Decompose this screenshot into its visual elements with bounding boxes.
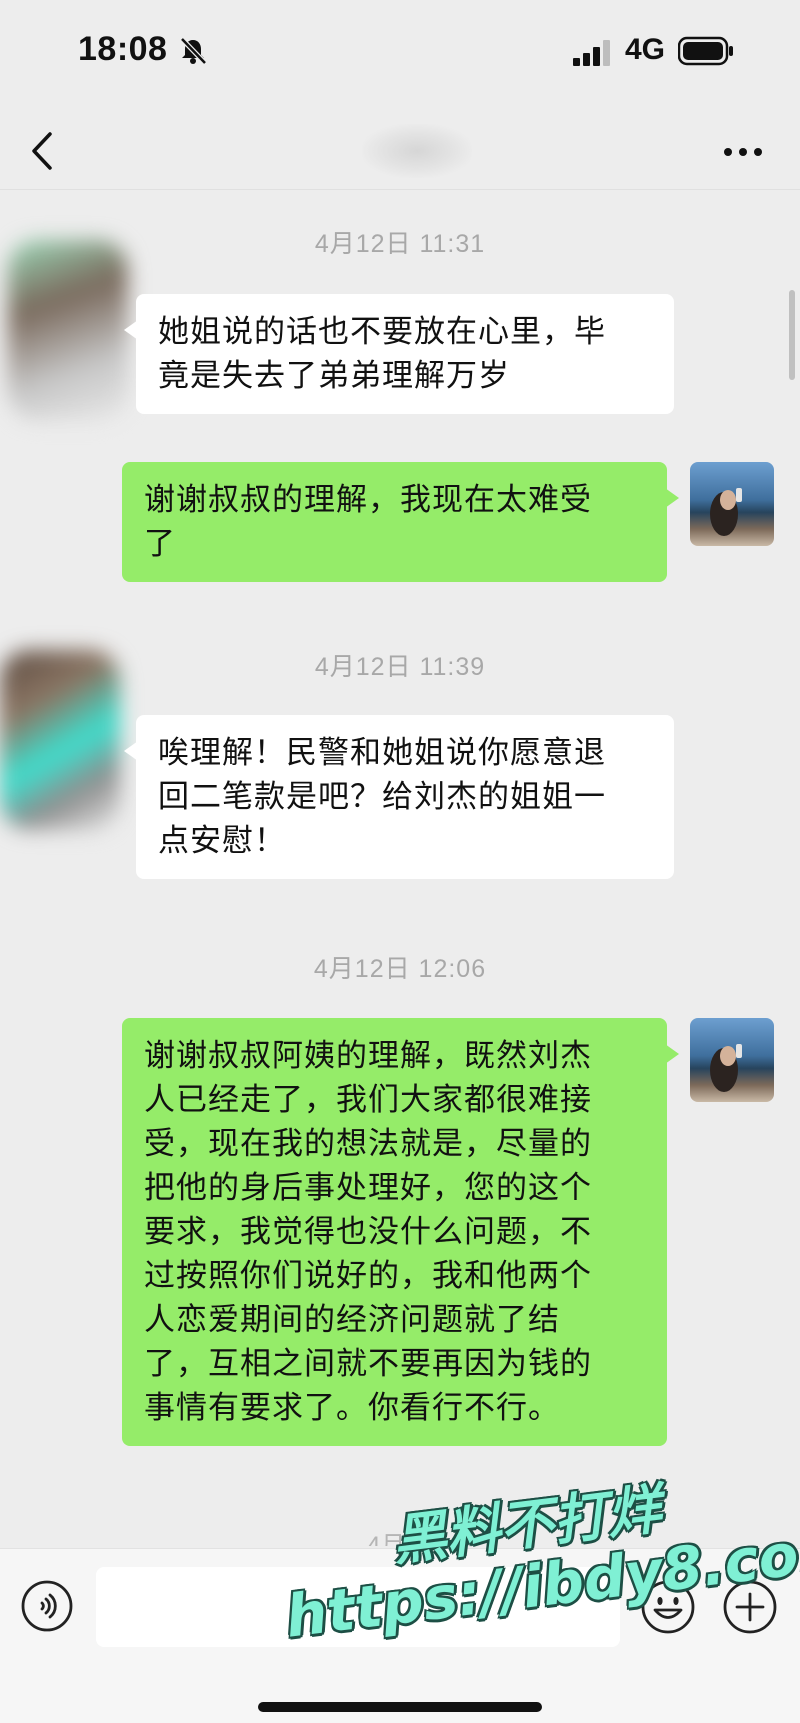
- person-photo-icon: [710, 1044, 742, 1092]
- message-line: 人已经走了，我们大家都很难接: [144, 1082, 592, 1118]
- battery-icon: [678, 36, 733, 66]
- message-bubble-incoming[interactable]: 唉理解！民警和她姐说你愿意退 回二笔款是吧？给刘杰的姐姐一 点安慰！: [124, 715, 674, 879]
- message-line: 唉理解！民警和她姐说你愿意退: [158, 735, 606, 771]
- chevron-left-icon[interactable]: [22, 126, 66, 176]
- message-line: 事情有要求了。你看行不行。: [144, 1390, 560, 1426]
- self-avatar[interactable]: [690, 462, 774, 546]
- message-timestamp: 4月12日 11:39: [314, 653, 486, 681]
- message-line: 竟是失去了弟弟理解万岁: [158, 358, 510, 394]
- message-line: 谢谢叔叔的理解，我现在太难受: [144, 482, 592, 518]
- message-line: 人恋爱期间的经济问题就了结: [144, 1302, 560, 1338]
- message-line: 受，现在我的想法就是，尽量的: [144, 1126, 592, 1162]
- message-line: 了，互相之间就不要再因为钱的: [144, 1346, 592, 1382]
- home-indicator[interactable]: [258, 1702, 542, 1712]
- message-line: 点安慰！: [158, 823, 286, 859]
- message-timestamp: 4月12日 12:06: [313, 955, 487, 983]
- message-line: 要求，我觉得也没什么问题，不: [144, 1214, 592, 1250]
- mute-bell-icon: [180, 37, 207, 65]
- contact-name-blurred: [362, 124, 472, 178]
- status-time: 18:08: [78, 30, 168, 68]
- more-dots-icon[interactable]: [718, 132, 768, 172]
- message-bubble-outgoing[interactable]: 谢谢叔叔的理解，我现在太难受 了: [122, 462, 679, 582]
- message-line: 她姐说的话也不要放在心里，毕: [158, 314, 606, 350]
- scrollbar-thumb[interactable]: [789, 290, 795, 380]
- chat-header: [0, 110, 800, 190]
- signal-icon: [573, 40, 610, 66]
- message-line: 过按照你们说好的，我和他两个: [144, 1258, 592, 1294]
- person-photo-icon: [710, 488, 742, 536]
- status-bar: 18:08 4G: [0, 0, 800, 110]
- message-line: 谢谢叔叔阿姨的理解，既然刘杰: [144, 1038, 592, 1074]
- message-line: 了: [144, 526, 176, 562]
- message-line: 回二笔款是吧？给刘杰的姐姐一: [158, 779, 606, 815]
- self-avatar[interactable]: [690, 1018, 774, 1102]
- message-line: 把他的身后事处理好，您的这个: [144, 1170, 592, 1206]
- message-bubble-incoming[interactable]: 她姐说的话也不要放在心里，毕 竟是失去了弟弟理解万岁: [124, 294, 674, 414]
- contact-avatar[interactable]: [8, 240, 128, 420]
- contact-avatar[interactable]: [0, 650, 120, 830]
- network-type: 4G: [625, 33, 666, 66]
- message-bubble-outgoing[interactable]: 谢谢叔叔阿姨的理解，既然刘杰 人已经走了，我们大家都很难接 受，现在我的想法就是…: [122, 1018, 679, 1446]
- voice-icon[interactable]: [20, 1579, 74, 1633]
